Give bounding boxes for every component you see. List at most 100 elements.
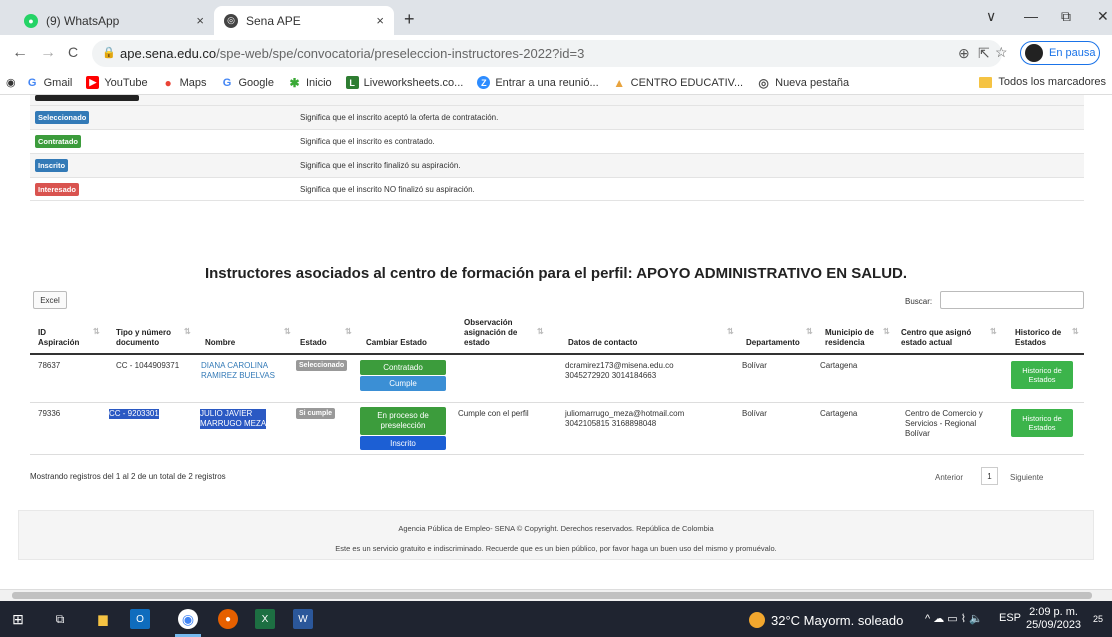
bookmark-zoom[interactable]: Z Entrar a una reunió... [477, 76, 599, 89]
sort-icon[interactable]: ⇅ [727, 327, 734, 336]
bookmark-liveworksheets[interactable]: L Liveworksheets.co... [345, 76, 463, 89]
weather-text: 32°C Mayorm. soleado [771, 612, 904, 628]
task-view-icon[interactable]: ⧉ [50, 609, 70, 629]
word-icon[interactable]: W [293, 609, 313, 629]
legend-badge-partial [35, 95, 139, 101]
file-explorer-icon[interactable]: ▆ [93, 609, 113, 629]
outlook-icon[interactable]: O [130, 609, 150, 629]
sun-icon [749, 612, 765, 628]
cell-observacion: Cumple con el perfil [458, 409, 529, 418]
bookmark-google[interactable]: G Google [220, 76, 274, 89]
sort-icon[interactable]: ⇅ [93, 327, 100, 336]
minimize-button[interactable]: — [1024, 8, 1038, 24]
bookmark-centro-educativo[interactable]: ▲ CENTRO EDUCATIV... [613, 76, 743, 90]
windows-start-icon[interactable]: ⊞ [8, 609, 28, 629]
restore-button[interactable]: ⧉ [1061, 8, 1071, 25]
url-host: ape.sena.edu.co [120, 46, 217, 61]
cell-name-link[interactable]: JULIO JAVIER MARRUGO MEZA [200, 409, 267, 429]
status-badge: Seleccionado [296, 360, 348, 371]
col-observacion[interactable]: Observación asignación de estado [464, 318, 517, 348]
legend-description: Significa que el inscrito aceptó la ofer… [300, 113, 499, 122]
historico-estados-button[interactable]: Historico de Estados [1011, 361, 1073, 389]
chrome-icon[interactable]: ◉ [178, 609, 198, 629]
forward-button[interactable]: → [40, 44, 56, 62]
cell-doc: CC - 9203301 [109, 409, 159, 419]
notification-icon[interactable]: 25 [1088, 609, 1108, 629]
col-id[interactable]: ID Aspiración [38, 328, 79, 348]
col-historico[interactable]: Historico de Estados [1015, 328, 1061, 348]
url-bar[interactable]: 🔒 ape.sena.edu.co/spe-web/spe/convocator… [92, 40, 1002, 67]
tab-sena-ape[interactable]: ◎ Sena APE × [214, 6, 394, 35]
search-input[interactable] [940, 291, 1084, 309]
cell-departamento: Bolívar [742, 409, 767, 418]
col-centro[interactable]: Centro que asignó estado actual [901, 328, 971, 348]
bookmark-nueva-pestana[interactable]: ◎ Nueva pestaña [757, 76, 849, 90]
tab-whatsapp[interactable]: ● (9) WhatsApp × [14, 6, 214, 35]
clock[interactable]: 2:09 p. m. 25/09/2023 [1026, 606, 1081, 632]
youtube-icon: ▶ [86, 76, 100, 89]
pager-previous[interactable]: Anterior [935, 473, 963, 482]
col-departamento[interactable]: Departamento [746, 338, 800, 348]
close-tab-icon[interactable]: × [196, 13, 204, 28]
bookmark-inicio[interactable]: ✱ Inicio [288, 76, 331, 90]
contratado-button[interactable]: Contratado [360, 360, 446, 375]
table-row: 78637 CC - 1044909371 DIANA CAROLINA RAM… [30, 355, 1084, 403]
language-indicator[interactable]: ESP [999, 612, 1021, 624]
firefox-icon[interactable]: ● [218, 609, 238, 629]
en-proceso-button[interactable]: En proceso de preselección [360, 407, 446, 435]
apps-icon[interactable]: ◉ [6, 76, 16, 89]
system-tray-icons[interactable]: ^ ☁ ▭ ⌇ 🔈 [925, 612, 983, 625]
historico-estados-button[interactable]: Historico de Estados [1011, 409, 1073, 437]
profile-button[interactable]: En pausa [1020, 41, 1100, 65]
excel-icon[interactable]: X [255, 609, 275, 629]
cell-municipio: Cartagena [820, 361, 858, 370]
folder-icon [979, 76, 993, 88]
back-button[interactable]: ← [12, 44, 28, 62]
inscrito-button[interactable]: Inscrito [360, 436, 446, 450]
cell-name-link[interactable]: DIANA CAROLINA RAMIREZ BUELVAS [201, 361, 275, 381]
col-estado[interactable]: Estado [300, 338, 327, 348]
zoom-icon[interactable]: ⊕ [958, 45, 970, 62]
col-municipio[interactable]: Municipio de residencia [825, 328, 874, 348]
sort-icon[interactable]: ⇅ [806, 327, 813, 336]
weather-widget[interactable]: 32°C Mayorm. soleado [749, 612, 903, 628]
tab-search-icon[interactable]: ∨ [986, 8, 996, 25]
cumple-button[interactable]: Cumple [360, 376, 446, 391]
close-tab-icon[interactable]: × [376, 13, 384, 28]
scrollbar-thumb[interactable] [12, 592, 1092, 599]
bookmark-gmail[interactable]: G Gmail [26, 76, 73, 89]
col-contacto[interactable]: Datos de contacto [568, 338, 637, 348]
col-doc[interactable]: Tipo y número documento [116, 328, 171, 348]
sort-icon[interactable]: ⇅ [184, 327, 191, 336]
liveworksheets-icon: L [345, 76, 359, 89]
excel-export-button[interactable]: Excel [33, 291, 67, 309]
pager-next[interactable]: Siguiente [1010, 473, 1043, 482]
sort-icon[interactable]: ⇅ [1072, 327, 1079, 336]
share-icon[interactable]: ⇱ [978, 45, 990, 62]
cell-doc: CC - 1044909371 [116, 361, 180, 370]
bookmark-star-icon[interactable]: ☆ [995, 44, 1008, 61]
clock-date: 25/09/2023 [1026, 619, 1082, 631]
cell-id: 79336 [38, 409, 61, 418]
horizontal-scrollbar[interactable] [0, 589, 1112, 601]
col-name[interactable]: Nombre [205, 338, 235, 348]
close-window-button[interactable]: ✕ [1097, 8, 1109, 25]
sort-icon[interactable]: ⇅ [990, 327, 997, 336]
sort-icon[interactable]: ⇅ [537, 327, 544, 336]
new-tab-button[interactable]: + [404, 9, 415, 30]
sort-icon[interactable]: ⇅ [284, 327, 291, 336]
footer-copyright: Agencia Pública de Empleo- SENA © Copyri… [398, 524, 714, 533]
legend-row [30, 95, 1084, 105]
bookmark-maps[interactable]: ● Maps [162, 76, 206, 90]
legend-row: Inscrito Significa que el inscrito final… [30, 153, 1084, 177]
legend-description: Significa que el inscrito finalizó su as… [300, 161, 461, 170]
sort-icon[interactable]: ⇅ [883, 327, 890, 336]
all-bookmarks[interactable]: Todos los marcadores [979, 76, 1106, 88]
clock-time: 2:09 p. m. [1029, 606, 1078, 618]
pager-page-1[interactable]: 1 [981, 467, 998, 485]
bookmark-youtube[interactable]: ▶ YouTube [86, 76, 148, 89]
avatar [1025, 44, 1043, 62]
sort-icon[interactable]: ⇅ [345, 327, 352, 336]
table-header: ID Aspiración ⇅ Tipo y número documento … [30, 317, 1084, 355]
reload-button[interactable]: C [68, 44, 78, 60]
